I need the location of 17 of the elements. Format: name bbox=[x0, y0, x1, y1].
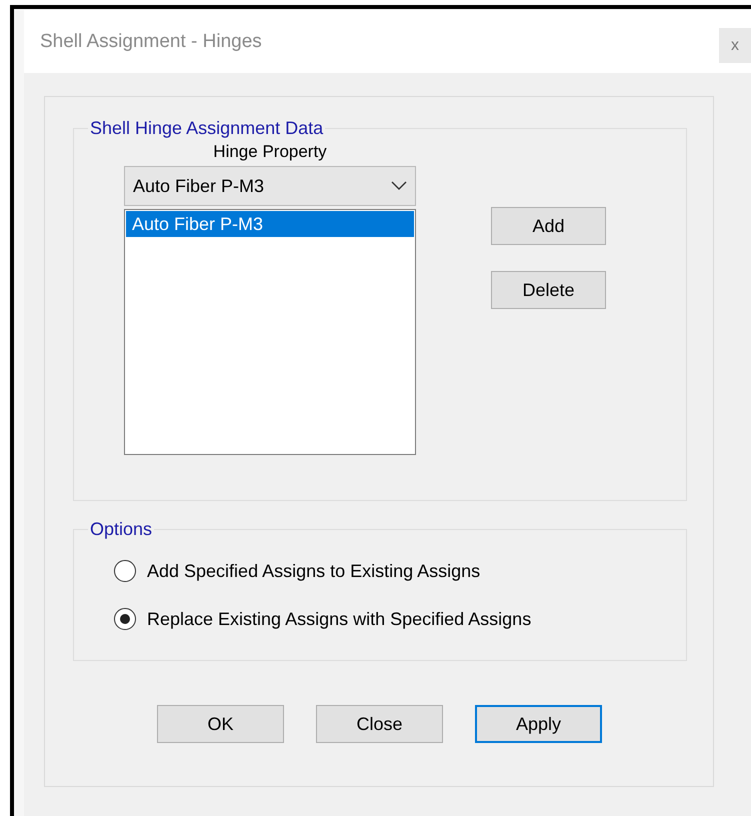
window-close-button[interactable]: x bbox=[719, 28, 751, 63]
radio-button[interactable] bbox=[114, 560, 136, 582]
dialog-button[interactable]: OK bbox=[157, 705, 284, 743]
dialog-button[interactable]: Close bbox=[316, 705, 443, 743]
dialog-button[interactable]: Apply bbox=[475, 705, 602, 743]
radio-label: Add Specified Assigns to Existing Assigns bbox=[147, 560, 480, 582]
field-label: Hinge Property bbox=[213, 142, 327, 162]
group-title: Options bbox=[89, 519, 154, 540]
radio-label: Replace Existing Assigns with Specified Assigns bbox=[147, 608, 532, 630]
delete-button[interactable]: Delete bbox=[491, 271, 606, 309]
group-title: Shell Hinge Assignment Data bbox=[89, 118, 324, 139]
list-item[interactable]: Auto Fiber P-M3 bbox=[126, 211, 414, 237]
add-button[interactable]: Add bbox=[491, 207, 606, 245]
window-title: Shell Assignment - Hinges bbox=[40, 30, 262, 52]
radio-button[interactable] bbox=[114, 608, 136, 630]
chevron-down-icon bbox=[391, 181, 407, 191]
hinge-dropdown[interactable]: Auto Fiber P-M3 bbox=[124, 166, 416, 206]
